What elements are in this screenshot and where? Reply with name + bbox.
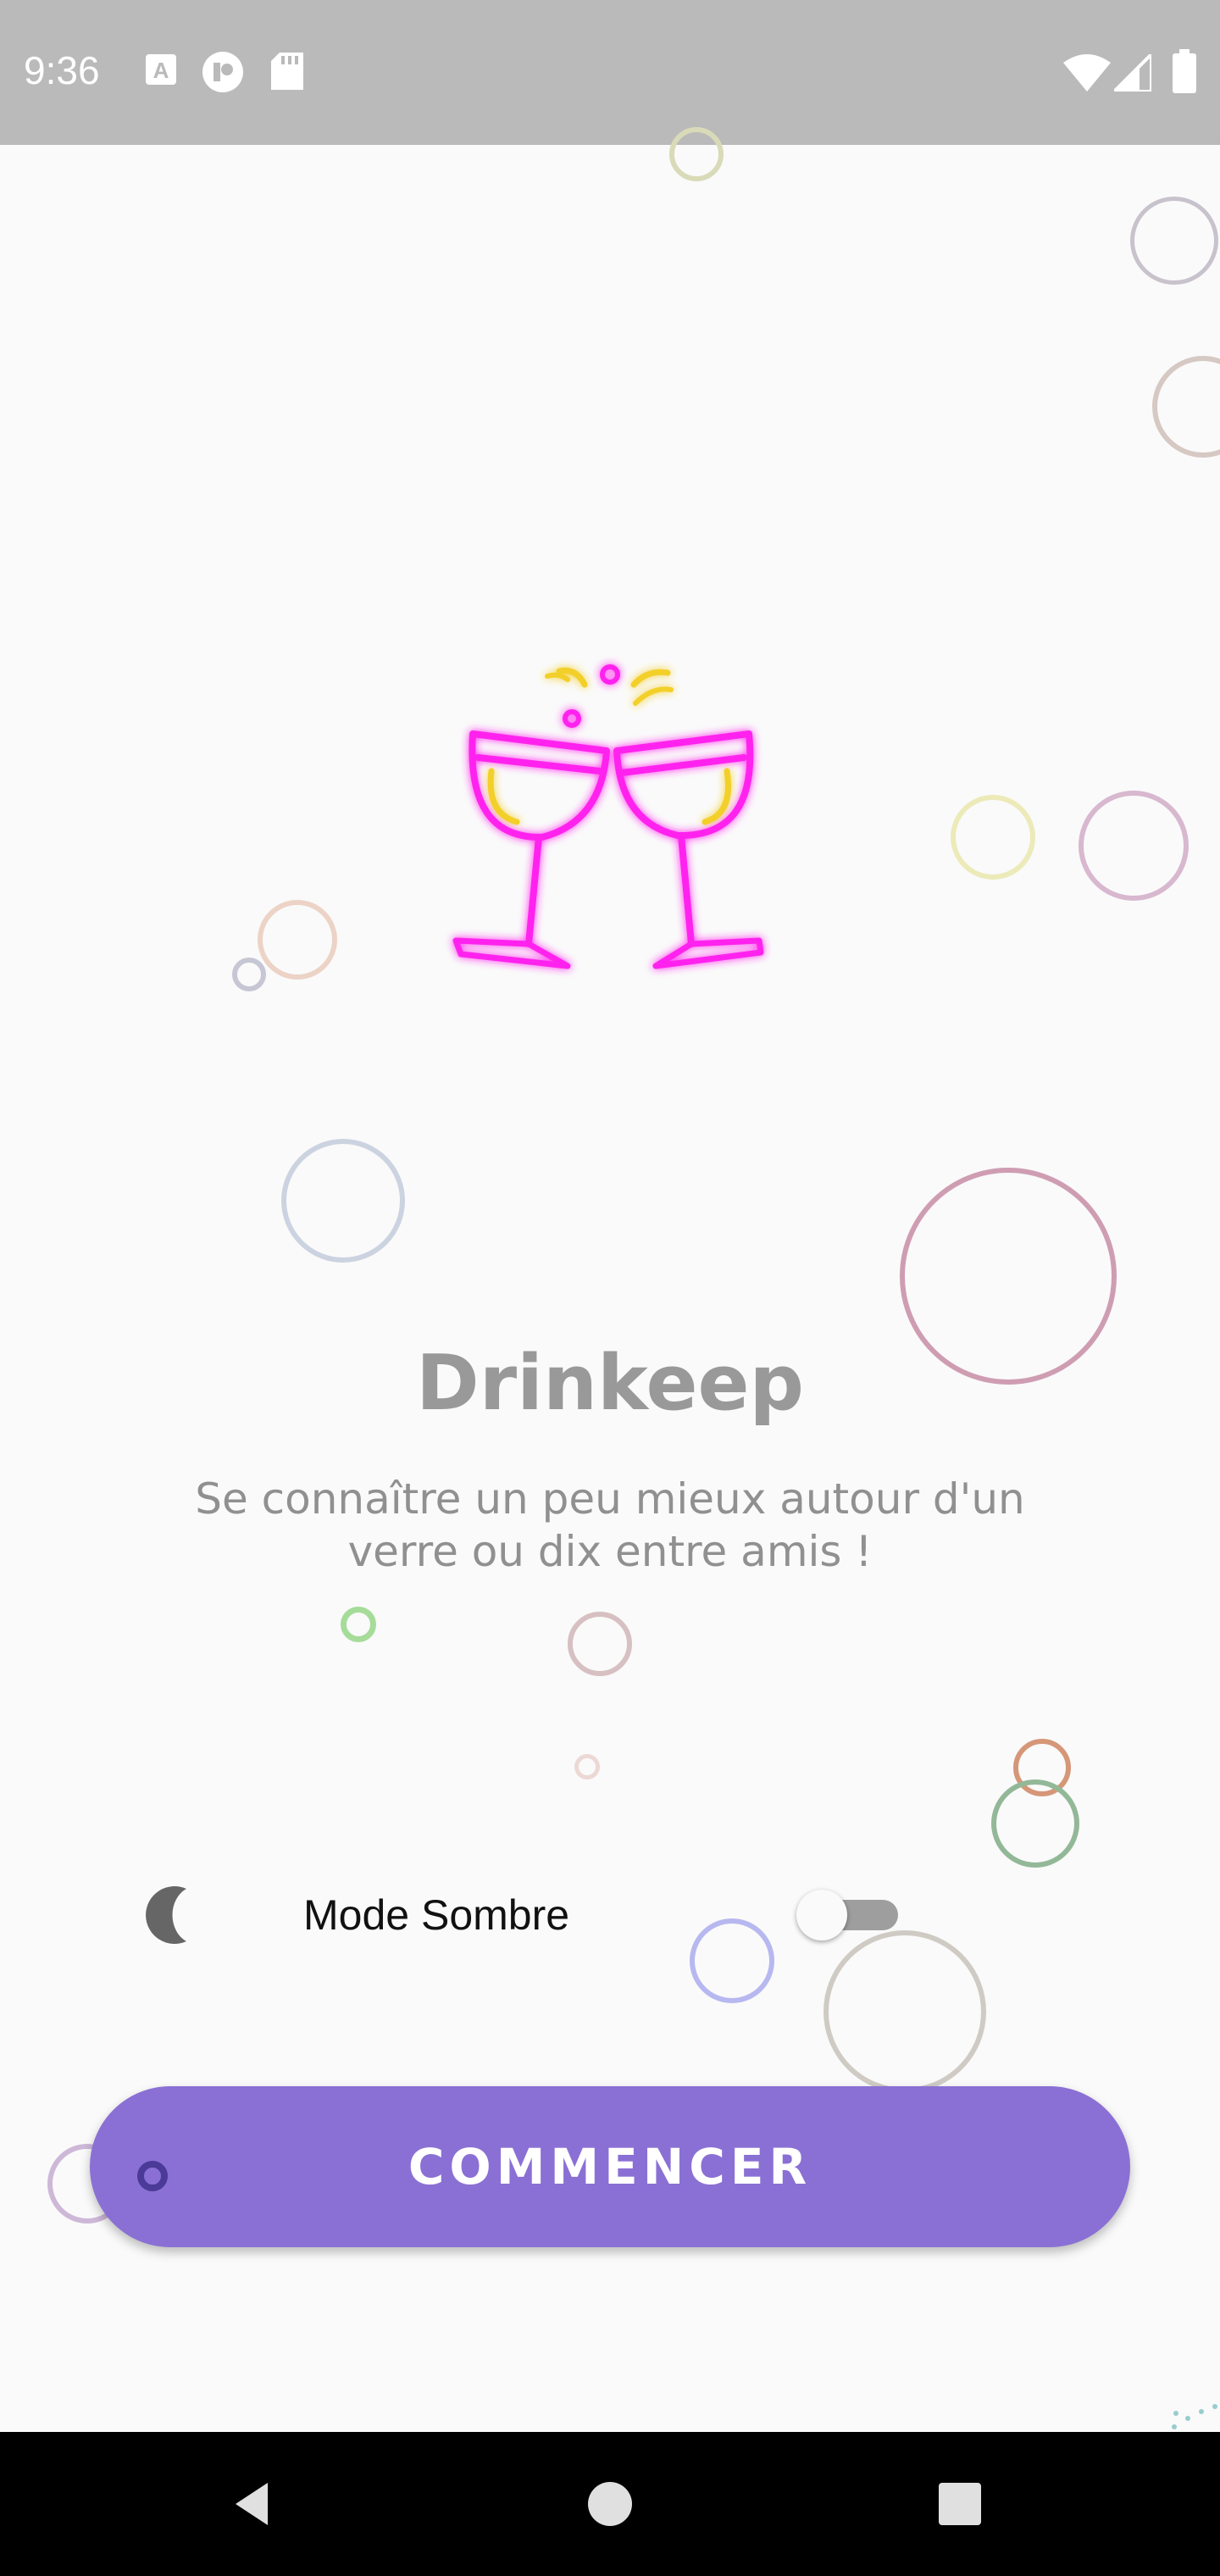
dark-mode-row[interactable]: Mode Sombre (144, 1885, 1059, 1945)
start-button[interactable]: COMMENCER (90, 2086, 1130, 2247)
bubble (341, 1607, 376, 1642)
bubble (137, 2161, 168, 2191)
bubble (824, 1930, 986, 2093)
bubble (232, 958, 266, 991)
recents-icon[interactable] (930, 2474, 990, 2534)
pocket-casts-icon (202, 52, 243, 92)
dark-mode-label: Mode Sombre (303, 1891, 570, 1939)
bubble (1079, 791, 1189, 901)
status-bar: 9:36 A (0, 0, 1220, 145)
bubble (669, 127, 724, 181)
battery-icon (1173, 49, 1196, 93)
tagline-line-1: Se connaître un peu mieux autour d'un (195, 1474, 1025, 1524)
back-icon[interactable] (224, 2474, 283, 2534)
bubble (574, 1754, 600, 1779)
svg-text:A: A (153, 58, 169, 83)
home-icon[interactable] (580, 2474, 640, 2534)
bubble (1130, 197, 1218, 285)
bubble (951, 795, 1035, 880)
app-title: Drinkeep (416, 1339, 804, 1428)
navigation-bar (0, 2432, 1220, 2576)
status-time: 9:36 (24, 48, 100, 92)
tagline-line-2: verre ou dix entre amis ! (347, 1527, 873, 1576)
a-letter-icon: A (146, 54, 176, 85)
cheers-glasses-icon (452, 664, 764, 969)
app-tagline: Se connaître un peu mieux autour d'un ve… (102, 1473, 1118, 1578)
bubble (991, 1779, 1079, 1868)
switch-thumb (796, 1890, 847, 1940)
wifi-icon (1063, 54, 1111, 92)
bubble (1152, 356, 1220, 458)
dots-decoration (1172, 2404, 1217, 2429)
bubble (281, 1139, 405, 1263)
dark-mode-switch[interactable] (796, 1890, 898, 1940)
bubble (258, 900, 337, 980)
sd-card-icon (271, 53, 303, 90)
signal-icon (1114, 54, 1151, 92)
bubble (568, 1612, 632, 1676)
moon-icon (146, 1886, 186, 1944)
